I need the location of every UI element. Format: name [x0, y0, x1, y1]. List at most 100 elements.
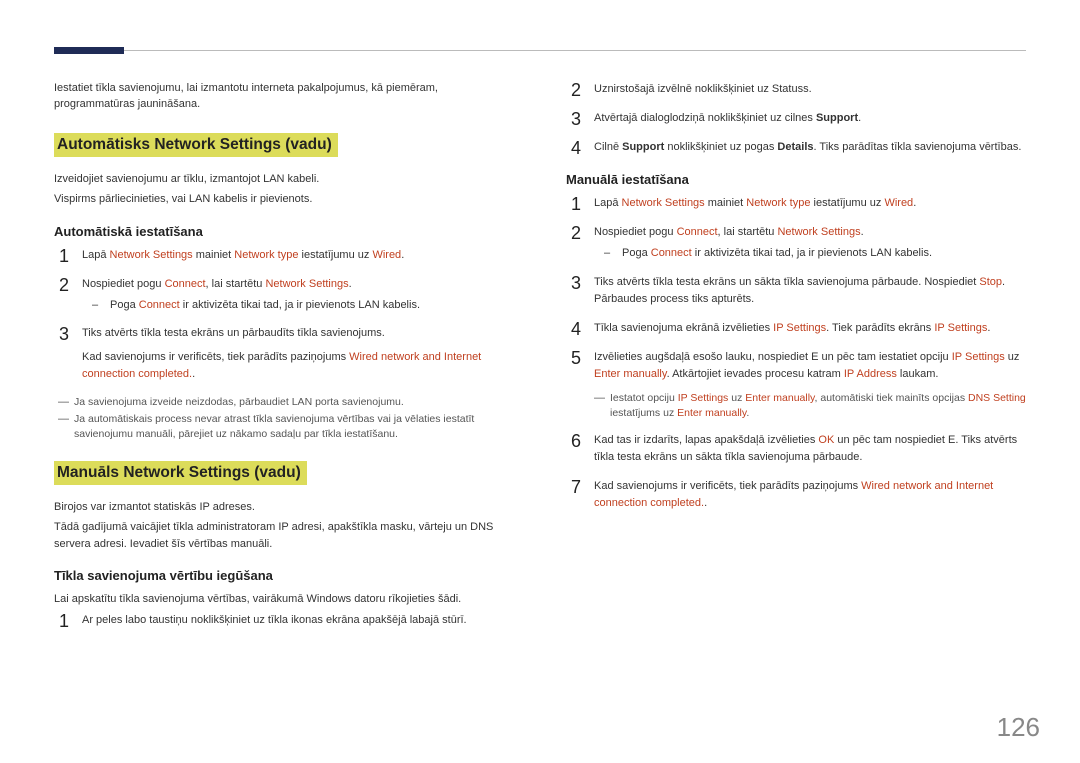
t: Tīkla savienojuma ekrānā izvēlieties — [594, 322, 773, 334]
right-column: Uznirstošajā izvēlnē noklikšķiniet uz St… — [566, 81, 1026, 641]
man-step-5: Izvēlieties augšdaļā esošo lauku, nospie… — [566, 349, 1026, 420]
man-step-4: Tīkla savienojuma ekrānā izvēlieties IP … — [566, 320, 1026, 337]
sub-manual-setup: Manuālā iestatīšana — [566, 172, 1026, 187]
auto-p1: Izveidojiet savienojumu ar tīklu, izmant… — [54, 171, 514, 188]
right-step-2: Uznirstošajā izvēlnē noklikšķiniet uz St… — [566, 81, 1026, 98]
footnote-mark-icon: ― — [594, 391, 605, 406]
t: uz — [1005, 351, 1020, 363]
auto-step-1: Lapā Network Settings mainiet Network ty… — [54, 247, 514, 264]
man-step-3: Tiks atvērts tīkla testa ekrāns un sākta… — [566, 274, 1026, 308]
man-step-7: Kad savienojums ir verificēts, tiek parā… — [566, 478, 1026, 512]
t: Nospiediet pogu — [82, 278, 165, 290]
section-auto-title: Automātisks Network Settings (vadu) — [54, 133, 338, 157]
t: Network Settings — [265, 278, 348, 290]
t: Kad savienojums ir verificēts, tiek parā… — [82, 351, 349, 363]
footnote-mark-icon: ― — [58, 395, 69, 410]
t: Network Settings — [110, 249, 193, 261]
t: ir aktivizēta tikai tad, ja ir pievienot… — [180, 299, 420, 311]
t: iestatījumu uz — [298, 249, 372, 261]
t: Details — [777, 141, 813, 153]
t: Connect — [651, 247, 692, 259]
manual-steps: Lapā Network Settings mainiet Network ty… — [566, 195, 1026, 512]
t: Ar peles labo taustiņu noklikšķiniet uz … — [82, 614, 467, 626]
t: IP Address — [844, 368, 897, 380]
t: OK — [818, 434, 834, 446]
t: . — [861, 226, 864, 238]
t: iestatījumu uz — [810, 197, 884, 209]
t: Nospiediet pogu — [594, 226, 677, 238]
t: mainiet — [705, 197, 747, 209]
top-divider — [54, 50, 1026, 51]
t: Enter manually — [745, 392, 814, 404]
auto-step-3: Tiks atvērts tīkla testa ekrāns un pārba… — [54, 325, 514, 382]
columns: Iestatiet tīkla savienojumu, lai izmanto… — [54, 81, 1026, 641]
t: IP Settings — [773, 322, 826, 334]
footnote-1: ― Ja savienojuma izveide neizdodas, pārb… — [54, 395, 514, 410]
t: DNS Setting — [968, 392, 1026, 404]
sub-auto-setup: Automātiskā iestatīšana — [54, 224, 514, 239]
right-top-steps: Uznirstošajā izvēlnē noklikšķiniet uz St… — [566, 81, 1026, 156]
t: noklikšķiniet uz pogas — [664, 141, 777, 153]
auto-steps: Lapā Network Settings mainiet Network ty… — [54, 247, 514, 383]
t: Stop — [979, 276, 1002, 288]
t: Poga — [110, 299, 139, 311]
left-column: Iestatiet tīkla savienojumu, lai izmanto… — [54, 81, 514, 641]
t: uz — [728, 392, 745, 404]
man-step-2: Nospiediet pogu Connect , lai startētu Ne… — [566, 224, 1026, 262]
t: Network type — [234, 249, 298, 261]
get-values-step-1: Ar peles labo taustiņu noklikšķiniet uz … — [54, 612, 514, 629]
t: . Tiek parādīts ekrāns — [826, 322, 934, 334]
t: Enter manually — [594, 368, 667, 380]
t: Izvēlieties augšdaļā esošo lauku, nospie… — [594, 351, 811, 363]
t: , lai startētu — [718, 226, 778, 238]
section-manual-title: Manuāls Network Settings (vadu) — [54, 461, 307, 485]
t: Wired — [372, 249, 401, 261]
t: Support — [816, 112, 858, 124]
t: Enter manually — [677, 407, 746, 419]
man-step-2-note: – Poga Connect ir aktivizēta tikai tad, … — [594, 245, 1026, 262]
t: iestatījums uz — [610, 407, 677, 419]
man-step-5-footnote: ― Iestatot opciju IP Settings uz Enter m… — [594, 391, 1026, 420]
t: Kad savienojums ir verificēts, tiek parā… — [594, 480, 861, 492]
t: . — [913, 197, 916, 209]
t: . — [704, 497, 707, 509]
intro-text: Iestatiet tīkla savienojumu, lai izmanto… — [54, 81, 514, 113]
t: Tiks atvērts tīkla testa ekrāns un sākta… — [594, 276, 979, 288]
dash-icon: – — [92, 297, 98, 314]
right-step-4: Cilnē Support noklikšķiniet uz pogas Det… — [566, 139, 1026, 156]
auto-p2: Vispirms pārliecinieties, vai LAN kabeli… — [54, 191, 514, 208]
t: Network Settings — [777, 226, 860, 238]
t: IP Settings — [678, 392, 729, 404]
t: Tiks atvērts tīkla testa ekrāns un pārba… — [82, 327, 385, 339]
get-values-steps: Ar peles labo taustiņu noklikšķiniet uz … — [54, 612, 514, 629]
page-container: Iestatiet tīkla savienojumu, lai izmanto… — [0, 0, 1080, 641]
t: un pēc tam nospiediet — [834, 434, 948, 446]
t: . — [987, 322, 990, 334]
t: Ja savienojuma izveide neizdodas, pārbau… — [74, 396, 404, 408]
t: Wired — [884, 197, 913, 209]
auto-step-2-note: – Poga Connect ir aktivizēta tikai tad, … — [82, 297, 514, 314]
t: Network type — [746, 197, 810, 209]
auto-step-2: Nospiediet pogu Connect, lai startētu Ne… — [54, 276, 514, 314]
t: , lai startētu — [206, 278, 266, 290]
t: Atvērtajā dialoglodziņā noklikšķiniet uz… — [594, 112, 816, 124]
t: Poga — [622, 247, 651, 259]
t: Network Settings — [622, 197, 705, 209]
t: . — [349, 278, 352, 290]
t: Lapā — [594, 197, 622, 209]
t: . — [192, 368, 195, 380]
sub-get-values: Tīkla savienojuma vērtību iegūšana — [54, 568, 514, 583]
t: Connect — [139, 299, 180, 311]
t: ir aktivizēta tikai tad, ja ir pievienot… — [692, 247, 932, 259]
t: Support — [622, 141, 664, 153]
t: un pēc tam iestatiet opciju — [818, 351, 951, 363]
t: IP Settings — [952, 351, 1005, 363]
t: laukam. — [897, 368, 939, 380]
get-values-p: Lai apskatītu tīkla savienojuma vērtības… — [54, 591, 514, 608]
t: Lapā — [82, 249, 110, 261]
t: Ja automātiskais process nevar atrast tī… — [74, 413, 474, 440]
t: Connect — [165, 278, 206, 290]
t: . — [401, 249, 404, 261]
dash-icon: – — [604, 245, 610, 262]
footnote-2: ― Ja automātiskais process nevar atrast … — [54, 412, 514, 441]
